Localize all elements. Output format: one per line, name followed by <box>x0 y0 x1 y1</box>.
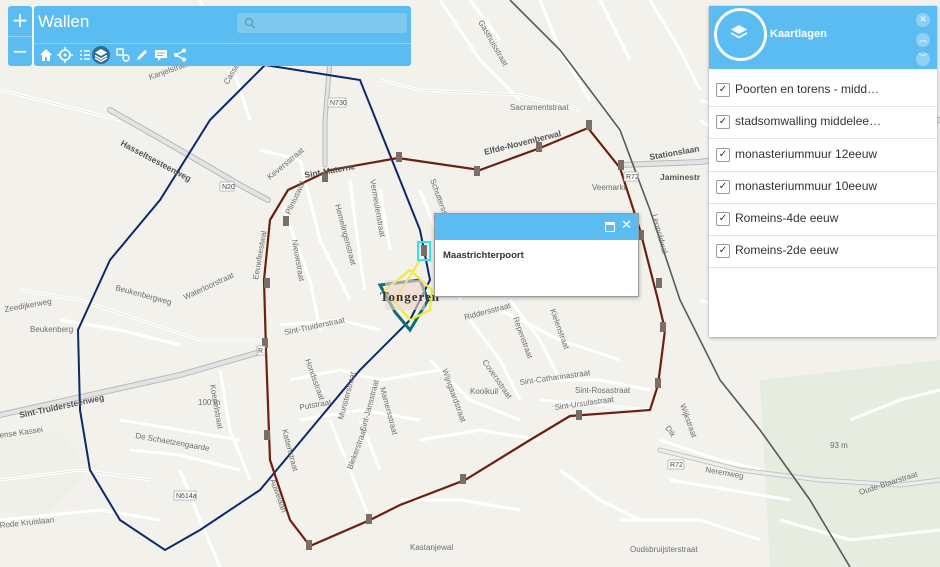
layer-label: Poorten en torens - midd… <box>735 82 880 96</box>
svg-text:N730: N730 <box>330 100 347 107</box>
close-icon[interactable]: ✕ <box>916 13 930 27</box>
layer-item[interactable]: ✓ Poorten en torens - midd… <box>709 74 937 107</box>
chevron-up-icon[interactable]: ︿ <box>916 33 930 47</box>
elevation-label: 100 m <box>198 398 221 407</box>
locate-icon <box>57 47 73 63</box>
draw-button[interactable] <box>133 46 151 64</box>
svg-text:N614a: N614a <box>176 493 197 500</box>
layers-icon <box>94 49 108 63</box>
zoom-control: + − <box>8 6 32 66</box>
feature-popup: ✕ Maastrichterpoort <box>434 213 639 297</box>
layers-icon <box>730 25 748 39</box>
label-sacrament: Sacramentstraat <box>510 103 569 112</box>
svg-text:R72: R72 <box>626 174 639 181</box>
zoom-in-button[interactable]: + <box>8 6 32 36</box>
layer-item[interactable]: ✓ monasteriummuur 10eeuw <box>709 171 937 204</box>
layer-checkbox[interactable]: ✓ <box>716 115 730 129</box>
label-kastanje: Kastanjewal <box>410 543 453 552</box>
green-area <box>760 360 940 567</box>
search-input[interactable] <box>237 13 407 33</box>
legend-button[interactable] <box>114 46 132 64</box>
share-icon <box>174 48 186 62</box>
svg-text:R: R <box>258 348 263 355</box>
tool-row <box>34 43 411 67</box>
share-button[interactable] <box>171 46 189 64</box>
layer-item[interactable]: ✓ Romeins-4de eeuw <box>709 203 937 236</box>
layer-label: monasteriummuur 10eeuw <box>735 179 878 193</box>
popup-header: ✕ <box>435 214 638 240</box>
layer-label: stadsomwalling middelee… <box>735 114 882 128</box>
maastrichterpoort-marker[interactable] <box>421 245 427 256</box>
maximize-icon[interactable] <box>605 222 615 232</box>
layer-item[interactable]: ✓ Romeins-2de eeuw <box>709 235 937 268</box>
close-icon[interactable]: ✕ <box>621 218 632 233</box>
home-button[interactable] <box>37 46 55 64</box>
comment-icon <box>155 50 167 61</box>
layers-panel-title: Kaartlagen <box>770 28 827 40</box>
label-oudsh: Oudsbruijsterstraat <box>630 545 698 554</box>
svg-text:R72: R72 <box>670 462 683 469</box>
legend-icon <box>116 48 130 62</box>
label-jaminee: Jaminestr <box>660 172 701 182</box>
layer-checkbox[interactable]: ✓ <box>716 83 730 97</box>
label-veemarkt: Veemarkt <box>592 183 627 192</box>
search-icon <box>244 17 256 29</box>
locate-button[interactable] <box>56 46 74 64</box>
svg-text:N20: N20 <box>222 184 235 191</box>
layer-label: Romeins-4de eeuw <box>735 211 839 225</box>
layer-item[interactable]: ✓ stadsomwalling middelee… <box>709 106 937 139</box>
app-title: Wallen <box>38 12 90 31</box>
layer-checkbox[interactable]: ✓ <box>716 212 730 226</box>
app-toolbar: Wallen <box>34 6 411 66</box>
layer-label: Romeins-2de eeuw <box>735 243 839 257</box>
layers-panel: Kaartlagen ✕ ︿ ﹀ ✓ Poorten en torens - m… <box>709 6 937 337</box>
layers-panel-header: Kaartlagen ✕ ︿ ﹀ <box>709 6 937 69</box>
layer-checkbox[interactable]: ✓ <box>716 148 730 162</box>
comment-button[interactable] <box>152 46 170 64</box>
chevron-down-icon[interactable]: ﹀ <box>916 52 930 66</box>
layer-label: monasteriummuur 12eeuw <box>735 147 878 161</box>
label-beukenberg: Beukenberg <box>30 325 73 334</box>
layer-item[interactable]: ✓ monasteriummuur 12eeuw <box>709 139 937 172</box>
label-city: Tongeren <box>380 289 440 304</box>
label-kooikuil: Kooikuil <box>470 387 498 396</box>
layers-button[interactable] <box>92 46 110 64</box>
layers-panel-badge <box>714 8 767 61</box>
layer-checkbox[interactable]: ✓ <box>716 180 730 194</box>
zoom-out-button[interactable]: − <box>8 36 32 67</box>
home-icon <box>40 49 52 61</box>
label-st-rosa: Sint-Rosastraat <box>575 386 631 395</box>
popup-title: Maastrichterpoort <box>443 250 524 261</box>
elevation-label: 93 m <box>830 441 848 450</box>
layer-checkbox[interactable]: ✓ <box>716 244 730 258</box>
pencil-icon <box>137 50 147 60</box>
